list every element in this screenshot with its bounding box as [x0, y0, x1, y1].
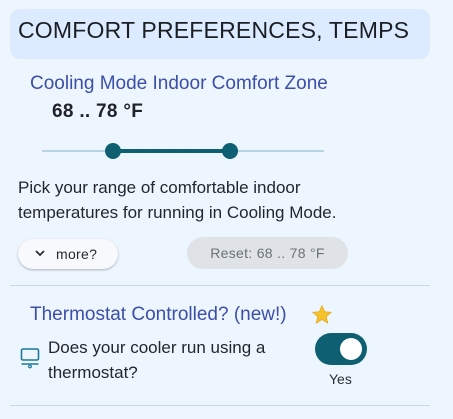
toggle-label: Yes: [329, 371, 352, 387]
cooling-section-title: Cooling Mode Indoor Comfort Zone: [30, 73, 328, 94]
thermostat-toggle[interactable]: [315, 333, 367, 365]
star-icon: [311, 304, 333, 326]
page-title: COMFORT PREFERENCES, TEMPS: [18, 17, 410, 43]
more-button-label: more?: [56, 246, 98, 262]
thermostat-question: Does your cooler run using a thermostat?: [48, 338, 266, 382]
toggle-knob: [340, 338, 362, 360]
cooling-description: Pick your range of comfortable indoor te…: [18, 178, 337, 222]
monitor-icon: [20, 347, 40, 369]
thermostat-section-title: Thermostat Controlled? (new!): [30, 304, 287, 325]
slider-low-thumb[interactable]: [104, 143, 121, 159]
comfort-range-slider[interactable]: [42, 139, 324, 163]
header-bar: COMFORT PREFERENCES, TEMPS: [10, 9, 430, 59]
slider-range-fill: [112, 149, 230, 153]
chevron-down-icon: [34, 246, 46, 263]
divider: [10, 285, 430, 286]
reset-button[interactable]: Reset: 68 .. 78 °F: [187, 237, 348, 269]
slider-high-thumb[interactable]: [222, 143, 238, 159]
range-value: 68 .. 78 °F: [52, 101, 144, 122]
divider: [10, 405, 430, 406]
more-button[interactable]: more?: [18, 239, 118, 269]
